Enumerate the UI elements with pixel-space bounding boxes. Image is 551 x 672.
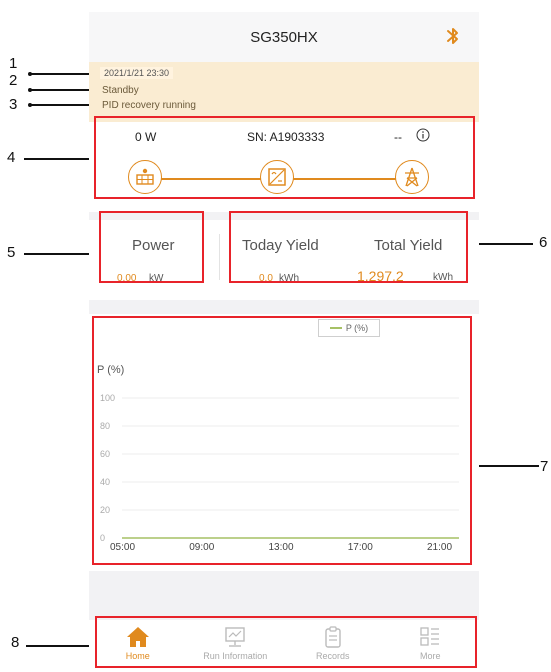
highlight-box-6 bbox=[229, 211, 468, 283]
callout-5: 5 bbox=[7, 244, 16, 261]
leader-line-4 bbox=[24, 158, 96, 160]
callout-4: 4 bbox=[7, 149, 16, 166]
highlight-box-7 bbox=[92, 316, 472, 565]
app-header: SG350HX bbox=[89, 12, 479, 62]
leader-dot-3 bbox=[28, 103, 32, 107]
leader-line-3 bbox=[30, 104, 94, 106]
status-timestamp: 2021/1/21 23:30 bbox=[100, 67, 174, 79]
callout-1: 1 bbox=[9, 55, 18, 72]
status-message: PID recovery running bbox=[102, 100, 196, 111]
leader-dot-2 bbox=[28, 88, 32, 92]
highlight-box-4 bbox=[94, 116, 475, 199]
status-banner: 2021/1/21 23:30 Standby PID recovery run… bbox=[89, 62, 479, 122]
leader-line-8 bbox=[26, 645, 96, 647]
highlight-box-8 bbox=[95, 616, 477, 668]
callout-2: 2 bbox=[9, 72, 18, 89]
callout-8: 8 bbox=[11, 634, 20, 651]
leader-line-1 bbox=[30, 73, 94, 75]
bluetooth-icon[interactable] bbox=[445, 25, 461, 47]
device-title: SG350HX bbox=[250, 28, 318, 46]
callout-6: 6 bbox=[539, 234, 548, 251]
callout-3: 3 bbox=[9, 96, 18, 113]
leader-line-7 bbox=[471, 465, 539, 467]
stats-divider bbox=[219, 234, 220, 280]
leader-dot-1 bbox=[28, 72, 32, 76]
leader-line-2 bbox=[30, 89, 94, 91]
status-state: Standby bbox=[102, 85, 139, 96]
callout-7: 7 bbox=[540, 458, 549, 475]
highlight-box-5 bbox=[99, 211, 204, 283]
